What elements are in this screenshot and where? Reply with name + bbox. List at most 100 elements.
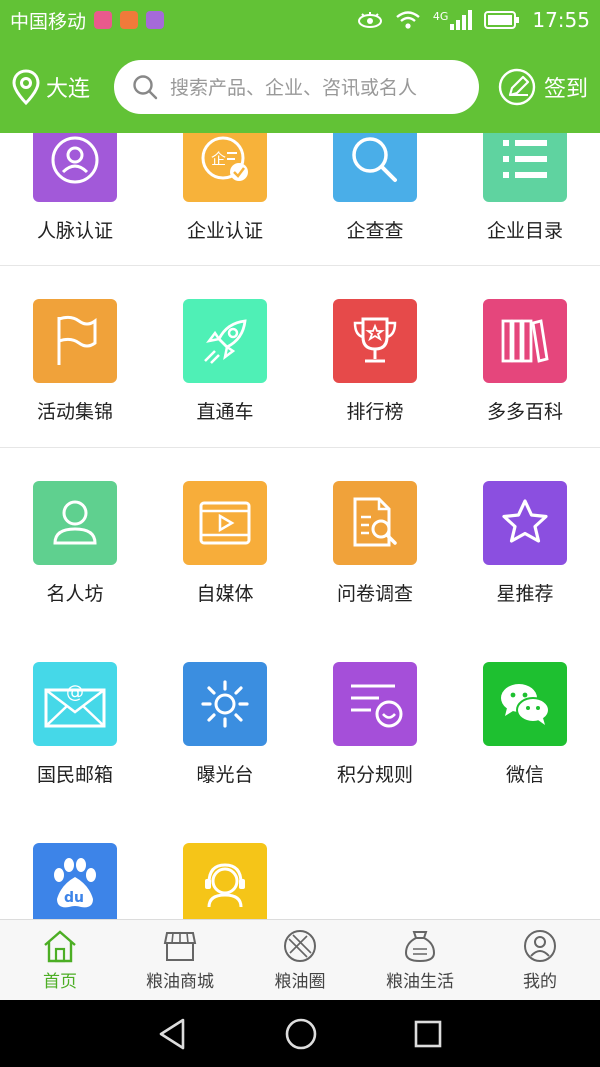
grid-row: 名人坊 自媒体 问卷调查 星推荐 [0, 448, 600, 629]
rules-icon [333, 662, 417, 746]
location-selector[interactable]: 大连 [12, 68, 112, 105]
trophy-icon [333, 299, 417, 383]
books-icon [483, 299, 567, 383]
home-icon [44, 929, 76, 962]
grid-item-encyclopedia[interactable]: 多多百科 [450, 299, 600, 447]
grid-item-enterprise-cert[interactable]: 企 企业认证 [150, 133, 300, 265]
grid-row: du [0, 810, 600, 919]
baidu-icon: du [33, 843, 117, 919]
clock: 17:55 [532, 8, 590, 32]
grid-item-label: 企业目录 [486, 220, 563, 242]
nav-tab-life[interactable]: 粮油生活 [360, 920, 480, 1000]
app-notification-icon [120, 11, 139, 29]
grid-item-wechat[interactable]: 微信 [450, 662, 600, 810]
top-header: 大连 搜索产品、企业、咨讯或名人 签到 [0, 40, 600, 133]
enterprise-badge-icon: 企 [183, 133, 267, 202]
svg-text:du: du [64, 890, 84, 906]
grid-item-express[interactable]: 直通车 [150, 299, 300, 447]
star-icon [483, 481, 567, 565]
user-icon [524, 929, 556, 962]
eye-icon [357, 12, 382, 28]
mail-icon: @ [33, 662, 117, 746]
checkin-label: 签到 [543, 76, 588, 102]
nav-label: 我的 [523, 971, 557, 992]
feature-grid: 人脉认证 企 企业认证 企查查 企业目录 活动集锦 直通车 排行榜 多多百科 名… [0, 133, 600, 919]
grid-item-leaderboard[interactable]: 排行榜 [300, 299, 450, 447]
nav-label: 首页 [43, 971, 77, 992]
grid-item-label: 微信 [505, 764, 544, 786]
search-input[interactable]: 搜索产品、企业、咨讯或名人 [114, 59, 479, 114]
grid-item-label: 问卷调查 [336, 583, 413, 605]
contact-icon [33, 133, 117, 202]
app-notification-icon [146, 11, 165, 29]
grid-item-celebrities[interactable]: 名人坊 [0, 481, 150, 629]
grid-item-label: 活动集锦 [36, 401, 113, 423]
grid-item-exposure[interactable]: 曝光台 [150, 662, 300, 810]
magnifier-icon [333, 133, 417, 202]
grid-row: 活动集锦 直通车 排行榜 多多百科 [0, 266, 600, 448]
grid-item-self-media[interactable]: 自媒体 [150, 481, 300, 629]
grid-item-label: 企查查 [346, 220, 404, 242]
network-label: 4G [432, 10, 449, 23]
nav-label: 粮油圈 [274, 971, 326, 992]
nav-label: 粮油生活 [386, 971, 454, 992]
location-label: 大连 [46, 76, 91, 102]
sun-icon [183, 662, 267, 746]
svg-text:@: @ [66, 682, 84, 703]
grid-item-company-directory[interactable]: 企业目录 [450, 133, 600, 265]
grid-item-label: 企业认证 [186, 220, 263, 242]
grid-item-label: 国民邮箱 [36, 764, 113, 786]
flag-icon [33, 299, 117, 383]
survey-icon [333, 481, 417, 565]
grid-item-label: 人脉认证 [36, 220, 113, 242]
customer-service-icon [183, 843, 267, 919]
grid-row: @ 国民邮箱 曝光台 积分规则 微信 [0, 629, 600, 810]
store-icon [163, 931, 197, 961]
grid-item-star-picks[interactable]: 星推荐 [450, 481, 600, 629]
recents-icon[interactable] [413, 1019, 443, 1049]
grid-item-label: 星推荐 [496, 583, 554, 605]
nav-label: 粮油商城 [146, 971, 214, 992]
grid-item-label: 自媒体 [196, 583, 254, 605]
nav-tab-circle[interactable]: 粮油圈 [240, 920, 360, 1000]
grid-item-contact-cert[interactable]: 人脉认证 [0, 133, 150, 265]
nav-tab-home[interactable]: 首页 [0, 920, 120, 1000]
grid-item-customer-service[interactable] [150, 843, 300, 919]
grid-item-points-rules[interactable]: 积分规则 [300, 662, 450, 810]
system-nav-bar [0, 1000, 600, 1067]
grid-item-company-lookup[interactable]: 企查查 [300, 133, 450, 265]
search-icon [133, 74, 158, 99]
circle-icon [284, 929, 316, 962]
grid-item-label: 直通车 [196, 401, 254, 423]
status-bar: 中国移动 4G 17:55 [0, 0, 600, 40]
wifi-icon [396, 11, 420, 29]
location-pin-icon [12, 68, 40, 105]
home-button-icon[interactable] [284, 1017, 318, 1051]
person-icon [33, 481, 117, 565]
battery-icon [484, 11, 520, 29]
signal-icon [450, 10, 473, 30]
checkin-button[interactable]: 签到 [498, 68, 588, 106]
grid-item-survey[interactable]: 问卷调查 [300, 481, 450, 629]
grid-item-event-highlights[interactable]: 活动集锦 [0, 299, 150, 447]
grid-row: 人脉认证 企 企业认证 企查查 企业目录 [0, 133, 600, 266]
wechat-icon [483, 662, 567, 746]
video-icon [183, 481, 267, 565]
nav-tab-store[interactable]: 粮油商城 [120, 920, 240, 1000]
rocket-icon [183, 299, 267, 383]
back-icon[interactable] [157, 1017, 189, 1051]
grid-item-label: 排行榜 [346, 401, 404, 423]
bottom-nav: 首页 粮油商城 粮油圈 粮油生活 我的 [0, 919, 600, 1000]
app-notification-icon [94, 11, 113, 29]
grid-item-label: 多多百科 [486, 401, 563, 423]
grid-item-label: 名人坊 [46, 583, 104, 605]
grid-item-national-mail[interactable]: @ 国民邮箱 [0, 662, 150, 810]
nav-tab-mine[interactable]: 我的 [480, 920, 600, 1000]
sack-icon [404, 930, 436, 962]
pen-circle-icon [498, 68, 536, 105]
list-icon [483, 133, 567, 202]
carrier-label: 中国移动 [10, 10, 87, 33]
grid-item-baidu[interactable]: du [0, 843, 150, 919]
grid-item-label: 曝光台 [196, 764, 254, 786]
search-placeholder: 搜索产品、企业、咨讯或名人 [170, 77, 418, 99]
